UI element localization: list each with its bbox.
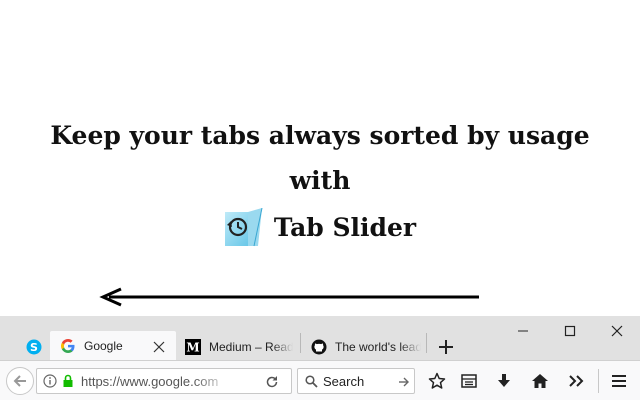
- overflow-button[interactable]: [564, 370, 588, 392]
- tab-skype[interactable]: S: [18, 333, 50, 360]
- url-text[interactable]: https://www.google.com: [81, 374, 231, 389]
- svg-text:S: S: [30, 341, 38, 354]
- promo-banner: Keep your tabs always sorted by usage wi…: [0, 0, 640, 316]
- tab-strip: S Google M Medium – Read The world's lea…: [0, 329, 640, 361]
- github-icon: [311, 339, 327, 354]
- headline-line-1: Keep your tabs always sorted by usage: [50, 121, 590, 150]
- plus-icon: [439, 339, 453, 354]
- svg-text:M: M: [186, 340, 199, 354]
- tab-separator: [426, 333, 427, 353]
- back-arrow-icon: [13, 375, 26, 387]
- tab-title: The world's leading: [335, 339, 421, 354]
- product-title: Tab Slider: [0, 208, 640, 248]
- download-icon: [498, 374, 510, 387]
- browser-window: S Google M Medium – Read The world's lea…: [0, 316, 640, 400]
- google-icon: [61, 339, 75, 353]
- skype-icon: S: [26, 339, 42, 354]
- bookmark-star-button[interactable]: [425, 370, 449, 392]
- navigation-toolbar: https://www.google.com Search: [0, 360, 640, 400]
- info-icon[interactable]: [43, 374, 57, 388]
- reload-icon[interactable]: [265, 375, 279, 389]
- headline-line-2: with: [289, 166, 351, 195]
- toolbar-separator: [598, 369, 599, 393]
- star-icon: [428, 372, 446, 389]
- menu-button[interactable]: [606, 370, 632, 392]
- url-bar[interactable]: https://www.google.com: [36, 368, 292, 394]
- lock-icon: [63, 374, 73, 387]
- arrow-left-icon: [99, 287, 479, 307]
- close-tab-icon[interactable]: [153, 341, 165, 353]
- search-go-arrow-icon[interactable]: [398, 376, 410, 388]
- product-name: Tab Slider: [273, 213, 417, 242]
- tab-title: Medium – Read: [209, 339, 293, 354]
- tab-medium[interactable]: M Medium – Read: [185, 333, 293, 360]
- downloads-button[interactable]: [492, 370, 516, 392]
- hamburger-menu-icon: [612, 375, 626, 387]
- library-button[interactable]: [457, 370, 481, 392]
- tab-slider-logo-icon: [224, 208, 263, 247]
- new-tab-button[interactable]: [434, 333, 458, 360]
- search-icon: [305, 375, 318, 388]
- home-icon: [532, 374, 548, 388]
- back-button[interactable]: [6, 367, 34, 395]
- tab-github[interactable]: The world's leading: [311, 333, 421, 360]
- medium-icon: M: [185, 338, 201, 355]
- tab-separator: [300, 333, 301, 353]
- search-placeholder: Search: [323, 374, 365, 389]
- tab-google[interactable]: Google: [50, 331, 176, 361]
- chevrons-right-icon: [569, 375, 584, 387]
- tab-title: Google: [84, 339, 123, 353]
- home-button[interactable]: [528, 370, 552, 392]
- search-bar[interactable]: Search: [297, 368, 415, 394]
- bookmarks-list-icon: [461, 374, 477, 388]
